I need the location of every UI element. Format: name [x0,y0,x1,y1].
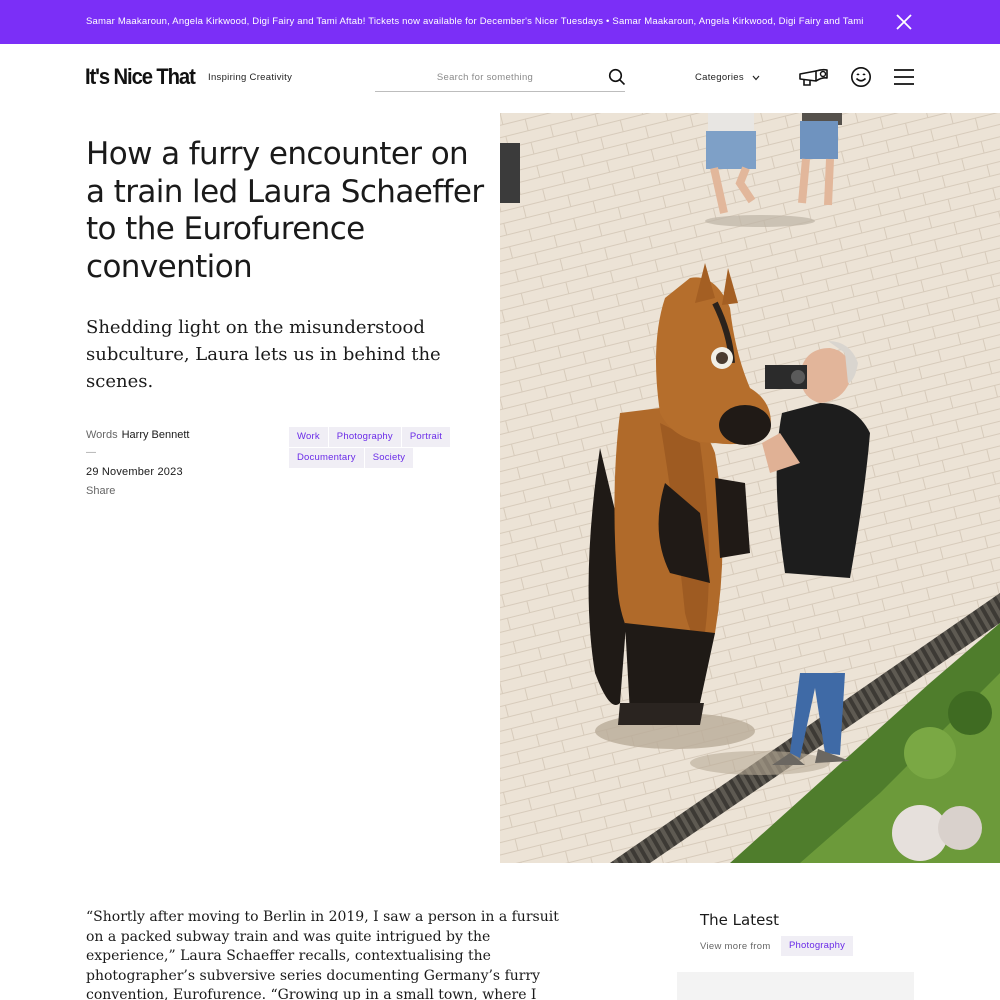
site-tagline: Inspiring Creativity [208,72,293,83]
article-date: 29 November 2023 [86,466,183,478]
chevron-down-icon [752,75,760,80]
latest-card[interactable] [677,972,914,1000]
announcement-banner: Samar Maakaroun, Angela Kirkwood, Digi F… [0,0,1000,44]
search-bar [375,62,626,92]
share-button[interactable]: Share [86,485,115,497]
latest-heading: The Latest [700,911,780,929]
categories-label: Categories [695,72,744,83]
search-icon[interactable] [608,68,626,86]
categories-dropdown[interactable]: Categories [695,72,760,83]
search-input[interactable] [375,66,595,88]
view-more-label: View more from [700,941,771,952]
article-title: How a furry encounter on a train led Lau… [86,136,484,285]
article-byline: Words Harry Bennett [86,429,189,441]
smiley-icon[interactable] [850,66,872,88]
tag-portrait[interactable]: Portrait [401,427,451,447]
article-subtitle: Shedding light on the misunderstood subc… [86,317,441,392]
words-label: Words [86,429,118,441]
hero-photo [500,113,1000,863]
author-link[interactable]: Harry Bennett [122,429,190,441]
menu-icon[interactable] [893,68,915,86]
site-logo[interactable]: It's Nice That [85,64,196,90]
close-icon[interactable] [893,11,915,33]
meta-divider: — [86,447,96,458]
megaphone-icon[interactable] [798,66,830,88]
article-body: “Shortly after moving to Berlin in 2019,… [86,909,559,1000]
view-more-photography-tag[interactable]: Photography [781,936,854,956]
tag-work[interactable]: Work [289,427,328,447]
tag-list: Work Photography Portrait Documentary So… [289,427,469,468]
tag-photography[interactable]: Photography [328,427,401,447]
banner-text[interactable]: Samar Maakaroun, Angela Kirkwood, Digi F… [86,0,864,44]
site-header: It's Nice That Inspiring Creativity Cate… [0,44,1000,113]
tag-documentary[interactable]: Documentary [289,448,364,468]
tag-society[interactable]: Society [364,448,414,468]
